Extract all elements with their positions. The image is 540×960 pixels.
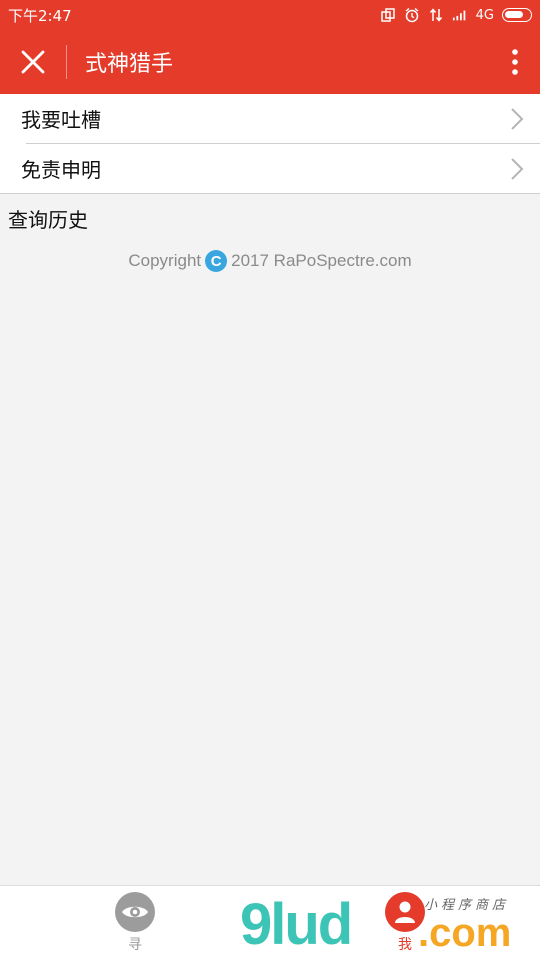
menu-divider [0,193,540,194]
alarm-icon [404,7,420,23]
copyright-icon: C [205,250,228,272]
tab-me[interactable]: 我 [375,892,435,957]
copyright-prefix: Copyright [128,251,202,270]
menu-item-label: 我要吐槽 [21,108,101,132]
data-transfer-icon [428,7,444,23]
battery-icon [502,8,532,22]
network-type: 4G [475,7,494,23]
tab-label: 寻 [128,937,142,953]
status-icons: 4G [380,7,532,23]
chevron-right-icon [511,108,524,130]
menu-item-disclaimer[interactable]: 免责申明 [0,144,540,193]
close-icon [21,50,45,74]
signal-icon [452,7,468,23]
eye-icon [115,892,155,932]
status-time: 下午2:47 [8,6,72,25]
settings-menu: 我要吐槽 免责申明 [0,94,540,194]
chevron-right-icon [511,158,524,180]
menu-item-label: 免责申明 [21,158,101,182]
more-button[interactable] [490,30,540,94]
copyright-footer: Copyright C 2017 RaPoSpectre.com [0,250,540,272]
tab-label: 我 [398,937,412,953]
user-icon [385,892,425,932]
bottom-tab-bar: 寻 我 [0,885,540,960]
menu-item-feedback[interactable]: 我要吐槽 [0,94,540,143]
status-bar: 下午2:47 4G [0,0,540,30]
title-divider [66,45,67,79]
close-button[interactable] [0,30,66,94]
page-title: 式神猎手 [85,52,174,77]
history-title: 查询历史 [8,208,88,232]
tab-seek[interactable]: 寻 [105,892,165,957]
more-vert-icon [512,49,518,75]
screen-rotate-icon [380,7,396,23]
copyright-text: 2017 RaPoSpectre.com [231,251,412,270]
app-bar: 式神猎手 [0,30,540,94]
